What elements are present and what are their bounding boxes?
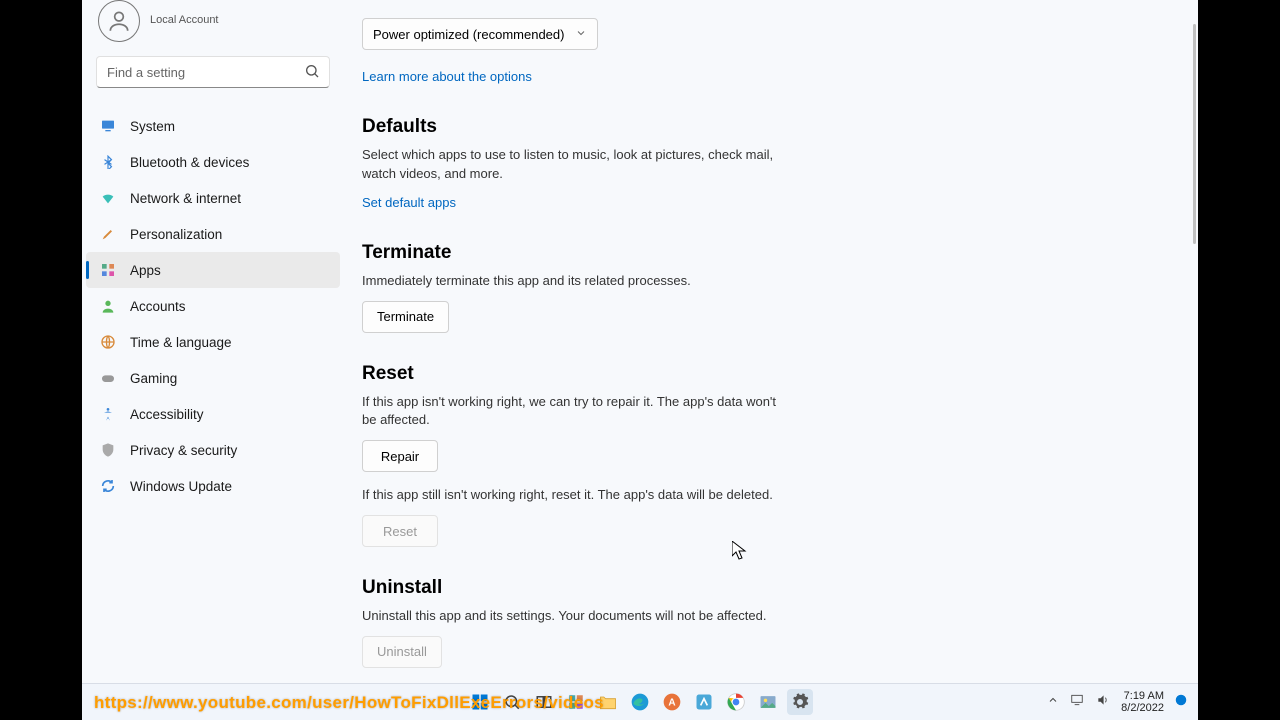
chrome-icon[interactable]: [723, 689, 749, 715]
nav-label: Network & internet: [130, 191, 241, 206]
scrollbar[interactable]: [1186, 0, 1198, 683]
photos-icon[interactable]: [755, 689, 781, 715]
globe-icon: [100, 334, 116, 350]
settings-window: Local Account System Bluetooth & devices…: [82, 0, 1198, 683]
svg-text:A: A: [668, 697, 675, 708]
settings-icon[interactable]: [787, 689, 813, 715]
monitor-icon: [100, 118, 116, 134]
uninstall-title: Uninstall: [362, 577, 782, 599]
terminate-section: Terminate Immediately terminate this app…: [362, 242, 782, 333]
nav-label: Apps: [130, 263, 161, 278]
sidebar-item-accounts[interactable]: Accounts: [86, 288, 340, 324]
defaults-title: Defaults: [362, 116, 782, 138]
clock-time: 7:19 AM: [1121, 690, 1164, 702]
terminate-title: Terminate: [362, 242, 782, 264]
taskbar-right: 7:19 AM 8/2/2022: [1047, 690, 1188, 714]
app-icon-1[interactable]: A: [659, 689, 685, 715]
sidebar-item-system[interactable]: System: [86, 108, 340, 144]
terminate-desc: Immediately terminate this app and its r…: [362, 272, 782, 291]
person-icon: [100, 298, 116, 314]
nav-label: Windows Update: [130, 479, 232, 494]
update-icon: [100, 478, 116, 494]
profile-subtitle: Local Account: [150, 14, 219, 27]
sidebar-item-gaming[interactable]: Gaming: [86, 360, 340, 396]
sidebar-item-bluetooth[interactable]: Bluetooth & devices: [86, 144, 340, 180]
reset-title: Reset: [362, 363, 782, 385]
notification-icon[interactable]: [1174, 693, 1188, 712]
search-input[interactable]: [96, 56, 330, 88]
shield-icon: [100, 442, 116, 458]
apps-icon: [100, 262, 116, 278]
wifi-icon: [100, 190, 116, 206]
set-default-apps-link[interactable]: Set default apps: [362, 195, 456, 210]
search-icon[interactable]: [304, 63, 320, 84]
tray-display-icon[interactable]: [1069, 693, 1085, 712]
nav-label: Accessibility: [130, 407, 204, 422]
profile-block[interactable]: Local Account: [82, 0, 344, 50]
sidebar-item-privacy[interactable]: Privacy & security: [86, 432, 340, 468]
uninstall-section: Uninstall Uninstall this app and its set…: [362, 577, 782, 668]
tray-chevron-icon[interactable]: [1047, 693, 1059, 711]
reset-desc2: If this app still isn't working right, r…: [362, 486, 782, 505]
uninstall-desc: Uninstall this app and its settings. You…: [362, 607, 782, 626]
brush-icon: [100, 226, 116, 242]
power-dropdown[interactable]: Power optimized (recommended): [362, 18, 598, 50]
accessibility-icon: [100, 406, 116, 422]
sidebar-item-apps[interactable]: Apps: [86, 252, 340, 288]
reset-desc1: If this app isn't working right, we can …: [362, 393, 782, 431]
dropdown-value: Power optimized (recommended): [373, 27, 564, 42]
sidebar: Local Account System Bluetooth & devices…: [82, 0, 344, 683]
gamepad-icon: [100, 370, 116, 386]
sidebar-item-accessibility[interactable]: Accessibility: [86, 396, 340, 432]
reset-section: Reset If this app isn't working right, w…: [362, 363, 782, 548]
nav-label: Privacy & security: [130, 443, 237, 458]
nav-label: Gaming: [130, 371, 177, 386]
scroll-thumb[interactable]: [1193, 24, 1196, 244]
sidebar-item-update[interactable]: Windows Update: [86, 468, 340, 504]
nav-label: Personalization: [130, 227, 222, 242]
repair-button[interactable]: Repair: [362, 440, 438, 472]
tray-volume-icon[interactable]: [1095, 693, 1111, 712]
sidebar-item-network[interactable]: Network & internet: [86, 180, 340, 216]
taskbar-clock[interactable]: 7:19 AM 8/2/2022: [1121, 690, 1164, 714]
chevron-down-icon: [575, 27, 587, 42]
defaults-section: Defaults Select which apps to use to lis…: [362, 116, 782, 212]
clock-date: 8/2/2022: [1121, 702, 1164, 714]
uninstall-button[interactable]: Uninstall: [362, 636, 442, 668]
url-overlay: https://www.youtube.com/user/HowToFixDll…: [94, 693, 604, 713]
reset-button[interactable]: Reset: [362, 515, 438, 547]
sidebar-item-personalization[interactable]: Personalization: [86, 216, 340, 252]
defaults-desc: Select which apps to use to listen to mu…: [362, 146, 782, 184]
nav-label: Time & language: [130, 335, 232, 350]
search-wrap: [96, 56, 330, 88]
nav-label: Bluetooth & devices: [130, 155, 249, 170]
app-icon-2[interactable]: [691, 689, 717, 715]
avatar-icon: [98, 0, 140, 42]
terminate-button[interactable]: Terminate: [362, 301, 449, 333]
edge-icon[interactable]: [627, 689, 653, 715]
sidebar-item-time[interactable]: Time & language: [86, 324, 340, 360]
nav-label: Accounts: [130, 299, 186, 314]
bluetooth-icon: [100, 154, 116, 170]
main-content: Power optimized (recommended) Learn more…: [344, 0, 1198, 683]
nav-label: System: [130, 119, 175, 134]
nav-list: System Bluetooth & devices Network & int…: [82, 98, 344, 504]
learn-more-link[interactable]: Learn more about the options: [362, 69, 532, 84]
